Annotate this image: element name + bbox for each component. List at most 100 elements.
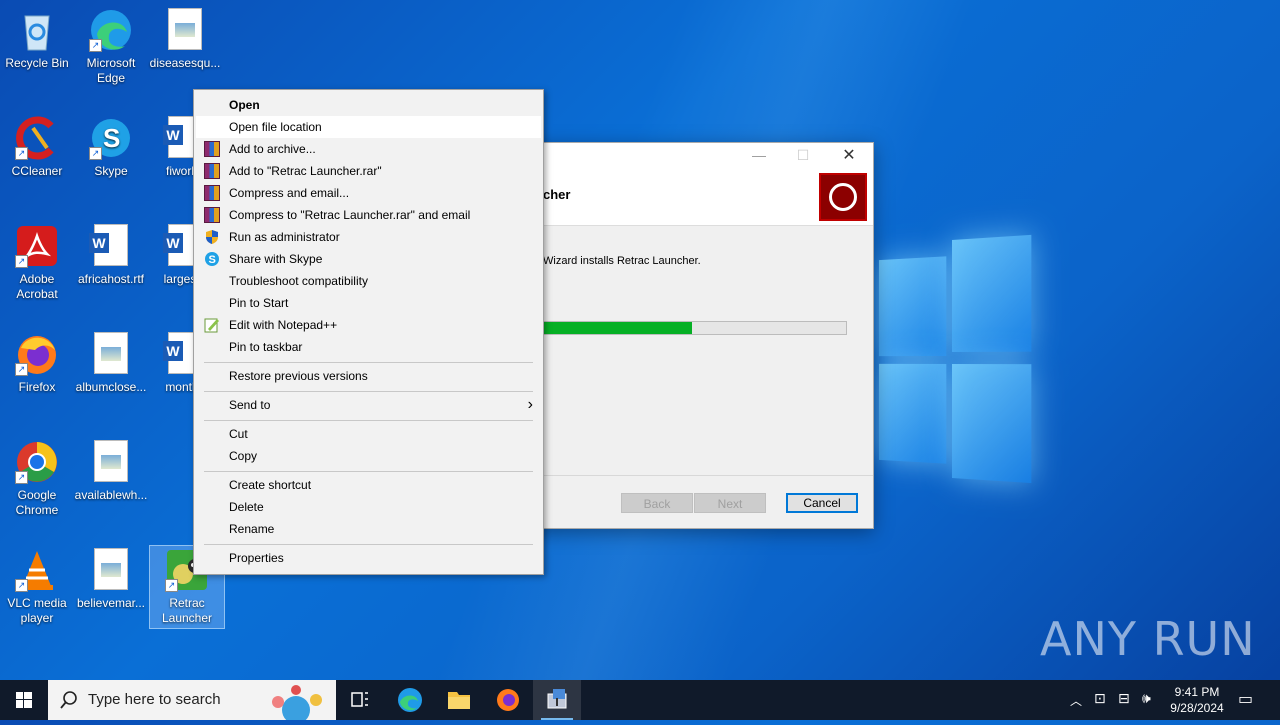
menu-item-label: Properties <box>229 551 284 565</box>
desktop-icon-skype[interactable]: S ↗ Skype <box>74 110 148 179</box>
minimize-icon[interactable]: — <box>747 147 771 163</box>
menu-item-add-to-rar[interactable]: Add to "Retrac Launcher.rar" <box>196 160 541 182</box>
menu-item-pin-to-taskbar[interactable]: Pin to taskbar <box>196 336 541 358</box>
menu-item-send-to[interactable]: Send to › <box>196 394 541 416</box>
winrar-icon <box>204 141 220 157</box>
close-icon[interactable]: ✕ <box>837 145 861 165</box>
search-placeholder: Type here to search <box>88 691 221 708</box>
menu-item-delete[interactable]: Delete <box>196 496 541 518</box>
desktop-icon-albumclose[interactable]: albumclose... <box>74 326 148 395</box>
image-file-icon <box>89 332 133 376</box>
menu-item-label: Compress and email... <box>229 186 350 200</box>
menu-item-add-to-archive[interactable]: Add to archive... <box>196 138 541 160</box>
edge-icon: ↗ <box>89 8 133 52</box>
search-icon <box>60 691 77 709</box>
menu-item-label: Pin to taskbar <box>229 340 303 354</box>
installer-description: Wizard installs Retrac Launcher. <box>543 255 701 267</box>
context-menu[interactable]: Open Open file location Add to archive..… <box>193 89 544 575</box>
desktop-icon-label: Retrac Launcher <box>161 596 213 625</box>
menu-item-run-as-administrator[interactable]: Run as administrator <box>196 226 541 248</box>
menu-item-label: Edit with Notepad++ <box>229 318 338 332</box>
desktop-icon-label: availablewh... <box>74 488 148 502</box>
menu-separator <box>204 420 533 421</box>
ccleaner-icon: ↗ <box>15 116 59 160</box>
desktop-icon-label: Skype <box>94 164 128 178</box>
desktop-icon-adobe-acrobat[interactable]: ↗ Adobe Acrobat <box>0 218 74 302</box>
show-hidden-icons-chevron-icon[interactable]: ︿ <box>1070 692 1082 709</box>
menu-item-label: Run as administrator <box>229 230 340 244</box>
menu-item-create-shortcut[interactable]: Create shortcut <box>196 474 541 496</box>
back-button[interactable]: Back <box>621 493 693 513</box>
desktop-icon-label: believemar... <box>76 596 146 610</box>
menu-item-share-with-skype[interactable]: S Share with Skype <box>196 248 541 270</box>
menu-item-label: Send to <box>229 398 271 412</box>
desktop-icon-firefox[interactable]: ↗ Firefox <box>0 326 74 395</box>
taskbar-installer-button[interactable] <box>533 680 581 720</box>
taskbar-firefox-button[interactable] <box>484 680 532 720</box>
action-center-icon[interactable]: ▭ <box>1238 689 1253 709</box>
next-button[interactable]: Next <box>694 493 766 513</box>
desktop-icon-availablewh[interactable]: availablewh... <box>74 434 148 503</box>
desktop-icon-africahost[interactable]: W africahost.rtf <box>74 218 148 287</box>
search-highlight-illustration-icon <box>272 685 322 720</box>
menu-item-label: Copy <box>229 449 258 463</box>
svg-text:S: S <box>209 254 216 266</box>
menu-item-properties[interactable]: Properties <box>196 547 541 569</box>
network-icon[interactable]: ⊟ <box>1118 690 1130 707</box>
menu-item-label: Create shortcut <box>229 478 312 492</box>
menu-separator <box>204 362 533 363</box>
desktop-icon-label: Google Chrome <box>15 488 59 517</box>
taskbar-search-box[interactable]: Type here to search <box>48 680 336 720</box>
desktop-icon-believemar[interactable]: believemar... <box>74 542 148 611</box>
menu-item-label: Share with Skype <box>229 252 323 266</box>
menu-item-label: Pin to Start <box>229 296 289 310</box>
taskbar-file-explorer-button[interactable] <box>435 680 483 720</box>
installer-titlebar[interactable]: — ☐ ✕ <box>521 143 873 167</box>
desktop-icon-recycle-bin[interactable]: Recycle Bin <box>0 2 74 71</box>
chrome-icon: ↗ <box>15 440 59 484</box>
cancel-button[interactable]: Cancel <box>786 493 858 513</box>
firefox-icon <box>497 689 519 711</box>
desktop-icon-label: diseasesqu... <box>149 56 221 70</box>
system-clock[interactable]: 9:41 PM 9/28/2024 <box>1166 684 1228 716</box>
start-button[interactable] <box>0 680 48 720</box>
menu-item-open-file-location[interactable]: Open file location <box>196 116 541 138</box>
installer-logo-icon <box>819 173 867 221</box>
menu-item-compress-to-rar-and-email[interactable]: Compress to "Retrac Launcher.rar" and em… <box>196 204 541 226</box>
menu-item-label: Open <box>229 98 260 112</box>
menu-item-open[interactable]: Open <box>196 94 541 116</box>
image-file-icon <box>89 548 133 592</box>
menu-item-troubleshoot-compatibility[interactable]: Troubleshoot compatibility <box>196 270 541 292</box>
winrar-icon <box>204 163 220 179</box>
menu-item-label: Delete <box>229 500 264 514</box>
menu-item-label: Add to "Retrac Launcher.rar" <box>229 164 382 178</box>
desktop-icon-google-chrome[interactable]: ↗ Google Chrome <box>0 434 74 518</box>
menu-item-restore-previous-versions[interactable]: Restore previous versions <box>196 365 541 387</box>
menu-item-cut[interactable]: Cut <box>196 423 541 445</box>
menu-item-edit-with-notepadpp[interactable]: Edit with Notepad++ <box>196 314 541 336</box>
skype-icon: S <box>204 251 220 267</box>
taskbar: Type here to search ︿ ⊡ ⊟ 🕪 9:41 PM 9/28… <box>0 680 1280 720</box>
installer-heading: cher <box>543 187 571 202</box>
desktop-icon-vlc[interactable]: ↗ VLC media player <box>0 542 74 626</box>
image-file-icon <box>89 440 133 484</box>
winrar-icon <box>204 207 220 223</box>
volume-icon[interactable]: 🕪 <box>1142 690 1151 707</box>
desktop-icon-label: Adobe Acrobat <box>16 272 58 301</box>
taskbar-edge-button[interactable] <box>386 680 434 720</box>
menu-item-pin-to-start[interactable]: Pin to Start <box>196 292 541 314</box>
desktop-icon-diseasesqu[interactable]: diseasesqu... <box>148 2 222 71</box>
desktop-icon-microsoft-edge[interactable]: ↗ Microsoft Edge <box>74 2 148 86</box>
installer-window[interactable]: — ☐ ✕ cher Wizard installs Retrac Launch… <box>520 142 874 529</box>
winrar-icon <box>204 185 220 201</box>
desktop-icon-label: Recycle Bin <box>5 56 69 70</box>
menu-item-copy[interactable]: Copy <box>196 445 541 467</box>
meet-now-icon[interactable]: ⊡ <box>1094 690 1106 707</box>
menu-item-compress-and-email[interactable]: Compress and email... <box>196 182 541 204</box>
acrobat-icon: ↗ <box>15 224 59 268</box>
desktop-icon-ccleaner[interactable]: ↗ CCleaner <box>0 110 74 179</box>
install-progress-bar <box>543 321 847 335</box>
task-view-button[interactable] <box>336 680 384 720</box>
menu-item-label: Restore previous versions <box>229 369 368 383</box>
menu-item-rename[interactable]: Rename <box>196 518 541 540</box>
